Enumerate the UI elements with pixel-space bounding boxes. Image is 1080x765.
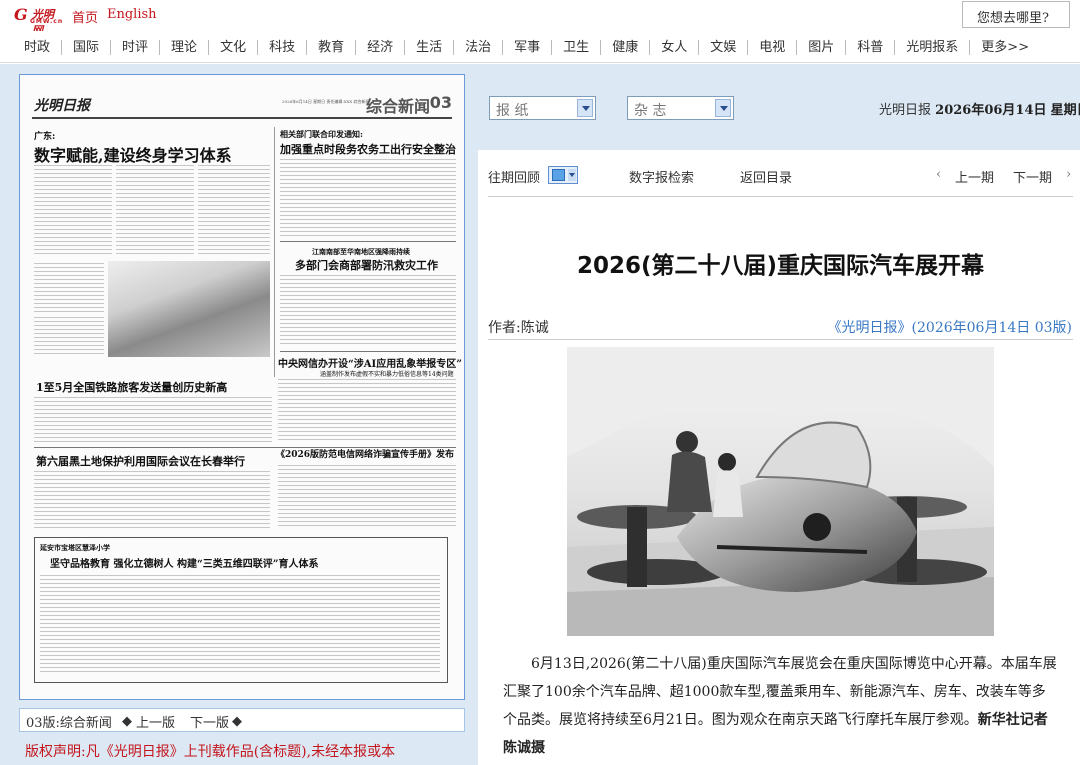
- nav-item-education[interactable]: 教育: [307, 39, 357, 55]
- chevron-right-icon[interactable]: ›: [1066, 167, 1071, 182]
- paper-h8[interactable]: 坚守品格教育 强化立德树人 构建“三类五维四联评”育人体系: [50, 555, 318, 570]
- chevron-down-icon[interactable]: [715, 99, 731, 117]
- chevron-left-icon[interactable]: ‹: [936, 167, 941, 182]
- date-value: 2026年06月14日: [935, 103, 1047, 118]
- paper-text-block: [34, 397, 272, 443]
- magazine-select[interactable]: 杂 志: [627, 96, 734, 120]
- nav-item-life[interactable]: 生活: [405, 39, 455, 55]
- paper-h1-pre[interactable]: 广东:: [34, 129, 55, 142]
- chevron-down-icon[interactable]: [577, 99, 593, 117]
- issue-date: 光明日报 2026年06月14日 星期日: [879, 99, 1080, 118]
- article-source-link[interactable]: 《光明日报》(2026年06月14日 03版): [828, 317, 1072, 337]
- caption-text: 6月13日,2026(第二十八届)重庆国际汽车展览会在重庆国际博览中心开幕。本届…: [503, 656, 1057, 728]
- paper-section-title: 综合新闻: [365, 97, 430, 116]
- nav-item-entertainment[interactable]: 文娱: [699, 39, 749, 55]
- nav-item-gmw-papers[interactable]: 光明报系: [895, 39, 971, 55]
- paper-text-block: [34, 317, 104, 357]
- paper-text-block: [34, 471, 270, 529]
- magazine-select-value: 杂 志: [634, 103, 667, 119]
- paper-photo-airbike[interactable]: [108, 261, 270, 357]
- copyright-notice: 版权声明:凡《光明日报》上刊载作品(含标题),未经本报或本: [25, 744, 396, 760]
- paper-h4-sub: 涵盖制作发布虚假不实和暴力低俗信息等14类问题: [320, 371, 454, 378]
- prev-arrow-icon[interactable]: ◆: [122, 714, 132, 729]
- nav-item-health[interactable]: 健康: [601, 39, 651, 55]
- paper-page-number: 03: [429, 93, 452, 112]
- nav-item-military[interactable]: 军事: [503, 39, 553, 55]
- article-photo[interactable]: [567, 347, 994, 636]
- paper-h3[interactable]: 多部门会商部署防汛救灾工作: [295, 257, 438, 273]
- article-author: 作者:陈诚: [488, 320, 549, 336]
- article-title: 2026(第二十八届)重庆国际汽车展开幕: [576, 253, 985, 279]
- nav-item-tv[interactable]: 电视: [748, 39, 798, 55]
- paper-h3-pre[interactable]: 江南南部至华南地区强降雨持续: [312, 247, 410, 257]
- paper-text-block: [278, 465, 456, 529]
- paper-text-block: [116, 165, 194, 255]
- english-link[interactable]: English: [107, 7, 157, 22]
- paper-h2[interactable]: 加强重点时段务农务工出行安全整治: [280, 141, 456, 157]
- nav-item-women[interactable]: 女人: [650, 39, 700, 55]
- digital-search-link[interactable]: 数字报检索: [629, 167, 694, 186]
- paper-select[interactable]: 报 纸: [489, 96, 596, 120]
- flying-motorbike-illustration: [567, 347, 994, 636]
- home-link[interactable]: 首页: [72, 7, 98, 26]
- nav-item-more[interactable]: 更多>>: [970, 40, 1040, 55]
- paper-text-block: [198, 165, 270, 255]
- paper-date: 2026年6月14日 星期日 责任编辑:XXX 综合新闻: [282, 99, 370, 104]
- nav-item-theory[interactable]: 理论: [160, 39, 210, 55]
- next-page-link[interactable]: 下一版: [190, 712, 229, 731]
- paper-h1[interactable]: 数字赋能,建设终身学习体系: [34, 142, 232, 166]
- article-caption: 6月13日,2026(第二十八届)重庆国际汽车展览会在重庆国际博览中心开幕。本届…: [503, 650, 1058, 762]
- nav-item-hygiene[interactable]: 卫生: [552, 39, 602, 55]
- site-logo[interactable]: G 光明网 GMW.cn: [14, 5, 64, 37]
- nav-item-economy[interactable]: 经济: [356, 39, 406, 55]
- nav-item-commentary[interactable]: 时评: [111, 39, 161, 55]
- paper-h6[interactable]: 第六届黑土地保护利用国际会议在长春举行: [36, 453, 245, 469]
- paper-h5[interactable]: 1至5月全国铁路旅客发送量创历史新高: [36, 379, 227, 395]
- paper-text-block: [280, 159, 456, 237]
- paper-text-block: [280, 275, 456, 345]
- paper-column-rule: [274, 127, 275, 377]
- paper-logo: 光明日报: [34, 98, 90, 114]
- paper-text-block: [278, 379, 456, 441]
- nav-item-politics[interactable]: 时政: [14, 39, 63, 55]
- nav-item-culture[interactable]: 文化: [209, 39, 259, 55]
- paper-h4[interactable]: 中央网信办开设“涉AI应用乱象举报专区”: [278, 355, 462, 370]
- toc-link[interactable]: 返回目录: [740, 167, 792, 186]
- paper-select-value: 报 纸: [496, 103, 529, 119]
- paper-masthead: 光明日报 2026年6月14日 星期日 责任编辑:XXX 综合新闻 综合新闻 0…: [32, 93, 452, 119]
- main-nav: 时政 国际 时评 理论 文化 科技 教育 经济 生活 法治 军事 卫生 健康 女…: [0, 31, 1080, 63]
- paper-text-block: [34, 263, 104, 313]
- top-bar: G 光明网 GMW.cn 首页 English 您想去哪里?: [0, 0, 1080, 37]
- current-page-label: 03版:综合新闻: [26, 716, 112, 731]
- paper-rule: [280, 351, 456, 352]
- divider: [488, 339, 1073, 340]
- history-label[interactable]: 往期回顾: [488, 167, 540, 186]
- weekday: 星期日: [1050, 103, 1080, 118]
- nav-item-pictures[interactable]: 图片: [797, 39, 847, 55]
- newspaper-page-image[interactable]: 光明日报 2026年6月14日 星期日 责任编辑:XXX 综合新闻 综合新闻 0…: [19, 74, 465, 700]
- nav-item-science[interactable]: 科普: [846, 39, 896, 55]
- nav-item-law[interactable]: 法治: [454, 39, 504, 55]
- paper-text-block: [40, 575, 440, 675]
- paper-h8-pre: 延安市宝塔区慧泽小学: [40, 543, 110, 552]
- tool-row: 往期回顾 数字报检索 返回目录 ‹ 上一期 下一期 ›: [488, 165, 1073, 187]
- paper-text-block: [34, 165, 112, 255]
- search-input[interactable]: 您想去哪里?: [962, 1, 1070, 28]
- date-prefix: 光明日报: [879, 103, 932, 118]
- calendar-icon[interactable]: [548, 166, 578, 184]
- paper-h7[interactable]: 《2026版防范电信网络诈骗宣传手册》发布: [276, 447, 454, 460]
- prev-issue-link[interactable]: 上一期: [955, 167, 994, 186]
- nav-item-tech[interactable]: 科技: [258, 39, 308, 55]
- next-arrow-icon[interactable]: ◆: [232, 714, 242, 729]
- logo-sub: GMW.cn: [30, 18, 64, 25]
- prev-page-link[interactable]: 上一版: [136, 712, 175, 731]
- next-issue-link[interactable]: 下一期: [1013, 167, 1052, 186]
- paper-h2-pre[interactable]: 相关部门联合印发通知:: [280, 129, 363, 140]
- nav-item-international[interactable]: 国际: [62, 39, 112, 55]
- paper-rule: [280, 241, 456, 242]
- divider: [488, 196, 1073, 197]
- page-navigation: 03版:综合新闻 ◆ 上一版 下一版 ◆: [19, 708, 465, 732]
